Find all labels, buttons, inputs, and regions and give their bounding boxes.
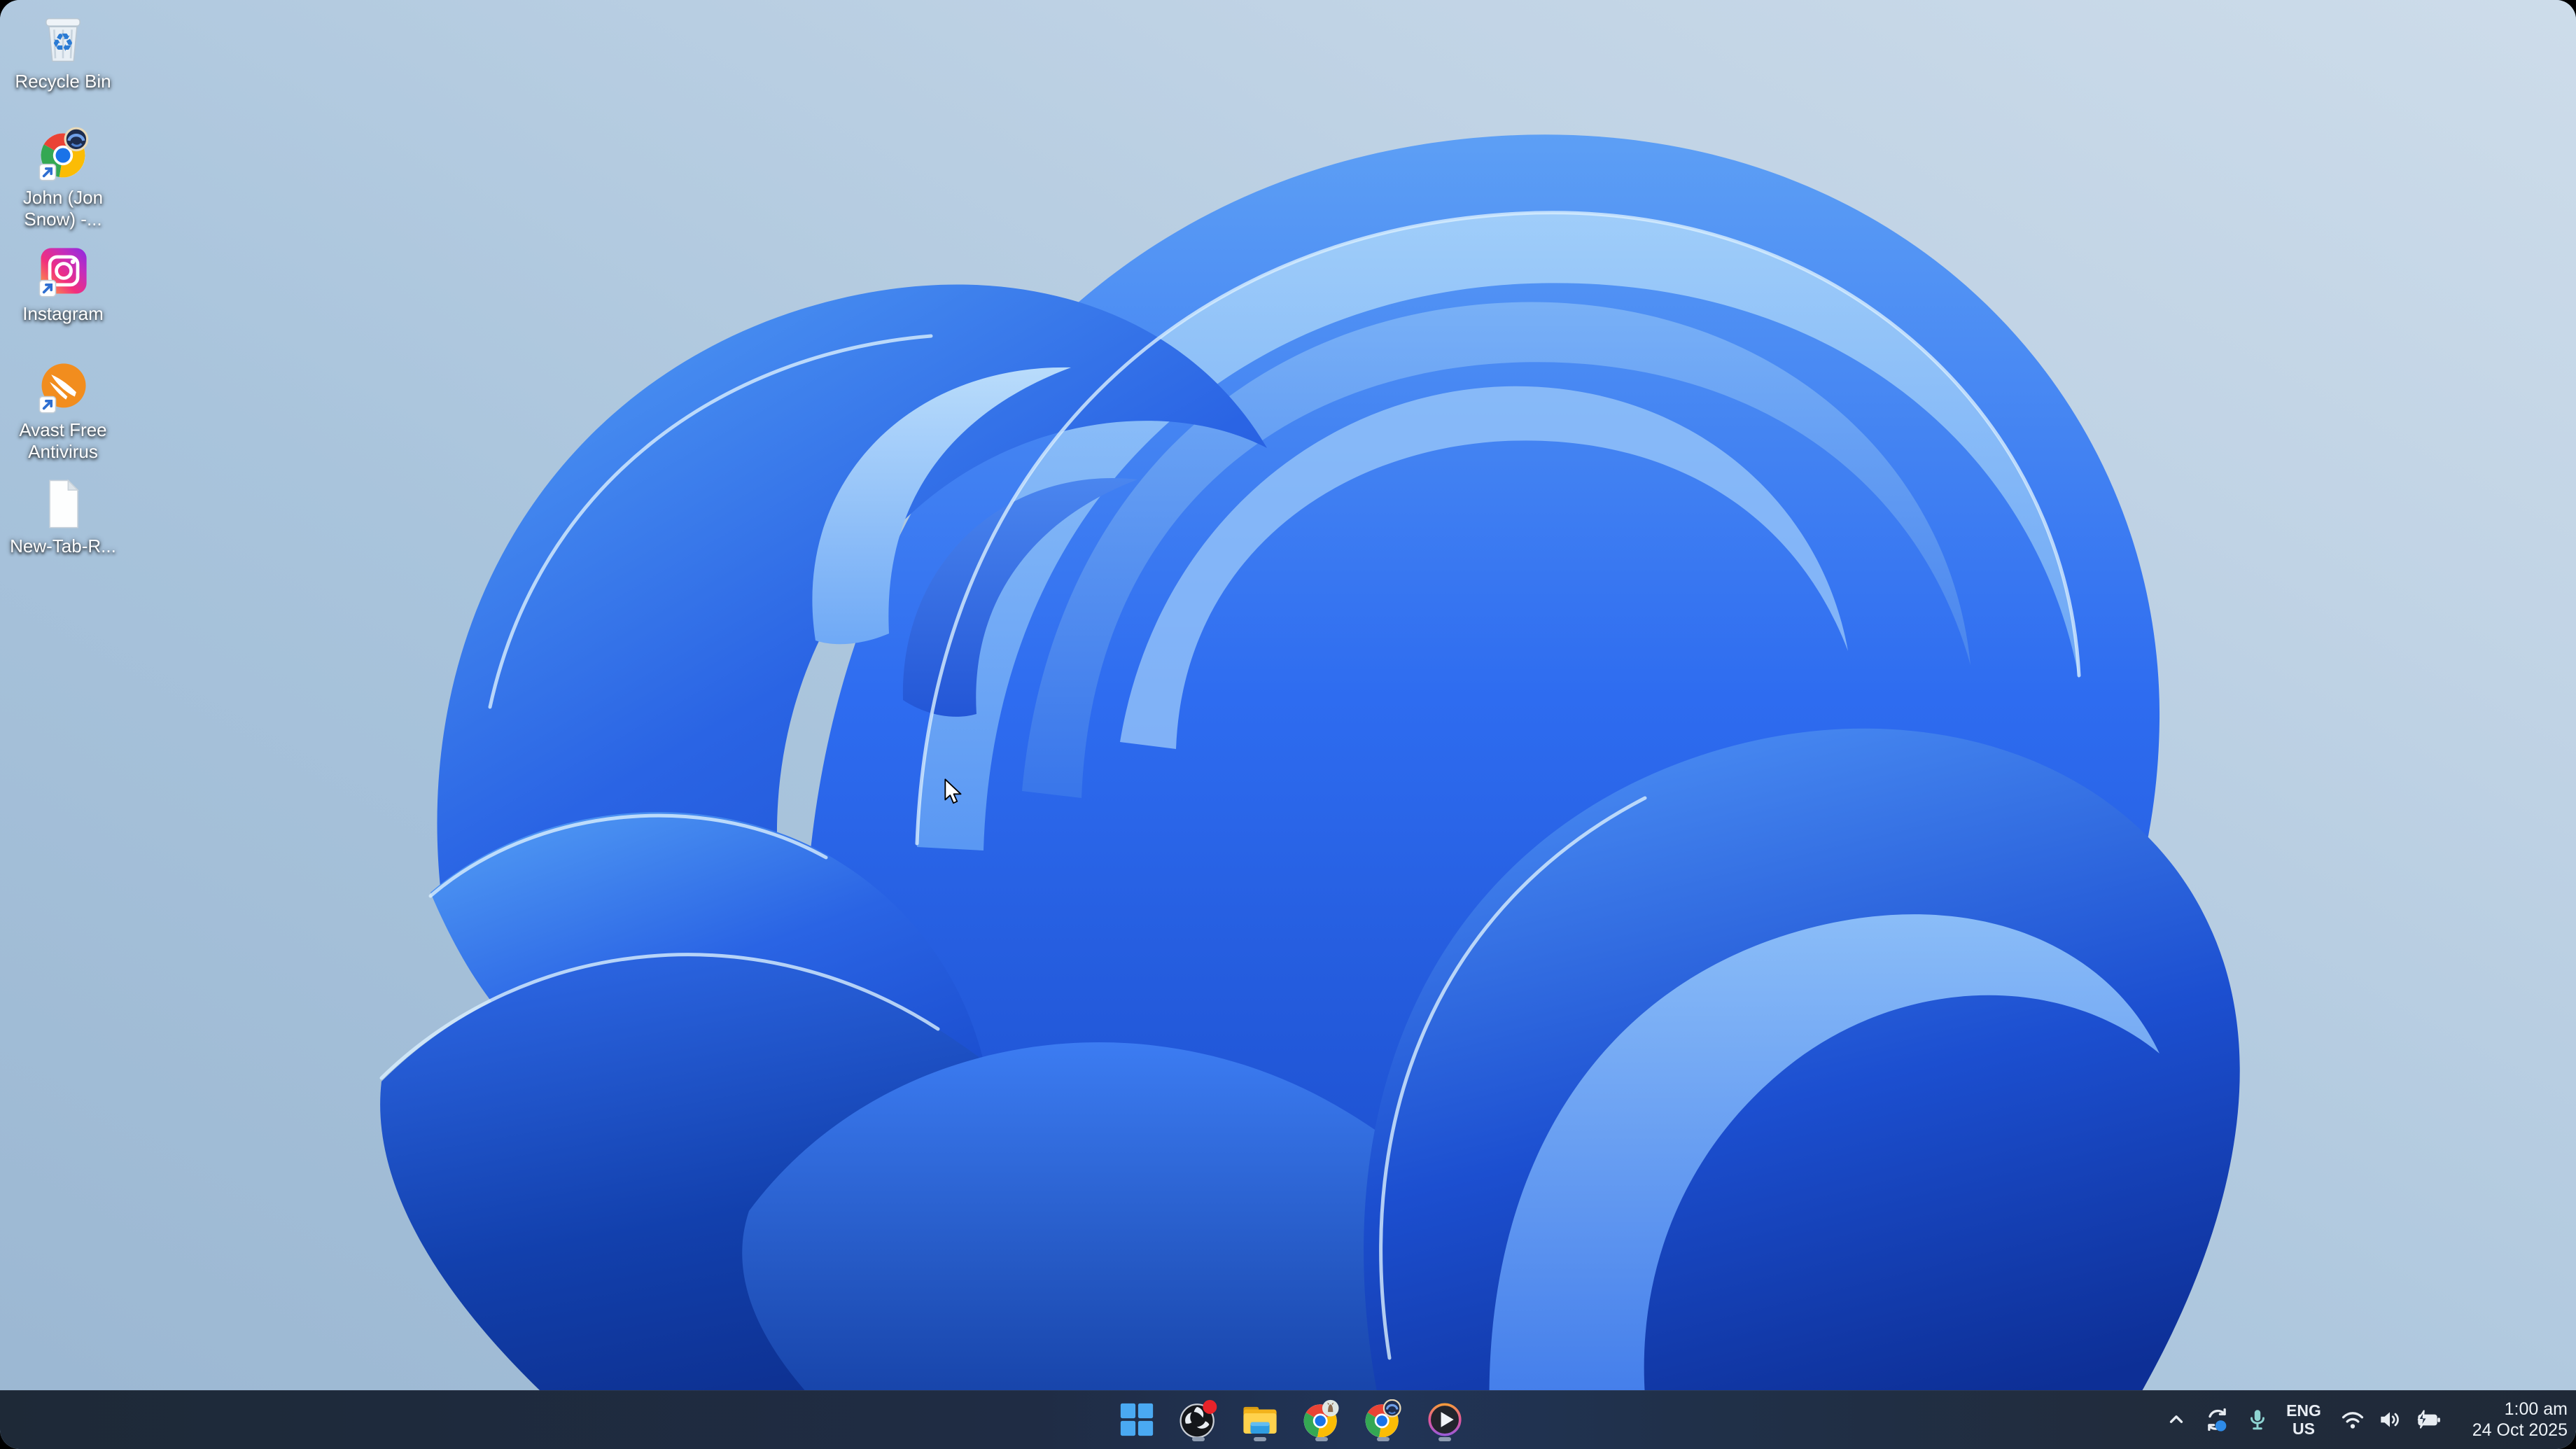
- desktop-icon-label: Avast Free Antivirus: [19, 419, 107, 462]
- desktop-wallpaper: [0, 0, 2576, 1449]
- tray-sync-status-button[interactable]: [2201, 1399, 2233, 1440]
- sync-blue-dot: [2215, 1420, 2227, 1432]
- wifi-icon: [2342, 1412, 2364, 1429]
- tray-quick-settings-button[interactable]: [2335, 1399, 2446, 1440]
- desktop-icon-chrome-profile[interactable]: John (Jon Snow) -...: [4, 123, 122, 239]
- start-button[interactable]: [1114, 1397, 1159, 1442]
- chrome-profile-2-icon: [1365, 1399, 1401, 1438]
- recycle-bin-icon: ♻: [34, 10, 92, 69]
- tray-microphone-in-use-button[interactable]: [2243, 1399, 2272, 1440]
- clock-date: 24 Oct 2025: [2472, 1420, 2568, 1440]
- clock-time: 1:00 am: [2504, 1399, 2568, 1419]
- media-player-icon: [1428, 1403, 1462, 1436]
- taskbar-media-player-button[interactable]: [1422, 1397, 1467, 1442]
- taskbar-obs-studio-button[interactable]: [1176, 1397, 1221, 1442]
- running-indicator: [1377, 1437, 1390, 1441]
- document-icon: [34, 475, 92, 533]
- instagram-icon: [34, 242, 92, 301]
- taskbar-chrome-profile-2-button[interactable]: [1361, 1397, 1406, 1442]
- battery-charging-icon: [2417, 1410, 2440, 1429]
- speaker-icon: [2381, 1412, 2399, 1427]
- desktop-icon-label: Recycle Bin: [15, 71, 111, 92]
- desktop-icon-label: Instagram: [22, 303, 104, 324]
- chrome-profile-1-icon: [1303, 1399, 1339, 1438]
- desktop-icon-new-tab-document[interactable]: New-Tab-R...: [4, 472, 122, 588]
- tray-clock[interactable]: 1:00 am 24 Oct 2025: [2456, 1399, 2568, 1440]
- running-indicator: [1438, 1437, 1451, 1441]
- windows-start-icon: [1120, 1403, 1154, 1436]
- svg-text:♻: ♻: [52, 29, 74, 57]
- windows-desktop: ♻ Recycle Bin John (Jon Snow) -... Insta…: [0, 0, 2576, 1449]
- tray-language-switcher[interactable]: ENG US: [2282, 1399, 2325, 1440]
- obs-studio-icon: [1180, 1399, 1217, 1438]
- taskbar-chrome-profile-1-button[interactable]: [1299, 1397, 1344, 1442]
- microphone-icon: [2250, 1410, 2264, 1430]
- obs-notification-badge: [1203, 1399, 1217, 1414]
- chevron-up-icon: [2169, 1415, 2183, 1423]
- bloom-wallpaper-art: [0, 0, 2576, 1449]
- tray-show-hidden-icons-button[interactable]: [2162, 1399, 2191, 1440]
- taskbar-file-explorer-button[interactable]: [1238, 1397, 1282, 1442]
- file-explorer-icon: [1243, 1406, 1277, 1434]
- desktop-icon-recycle-bin[interactable]: ♻ Recycle Bin: [4, 7, 122, 123]
- taskbar-center-apps: [1114, 1390, 1467, 1449]
- desktop-icon-label: John (Jon Snow) -...: [22, 187, 104, 230]
- avast-icon: [34, 358, 92, 417]
- chrome-profile-icon: [34, 126, 92, 185]
- taskbar: ENG US 1:00 am 24 Oct 2025: [0, 1390, 2576, 1449]
- system-tray: ENG US 1:00 am 24 Oct 2025: [2162, 1390, 2568, 1449]
- running-indicator: [1254, 1437, 1266, 1441]
- desktop-icon-instagram[interactable]: Instagram: [4, 239, 122, 356]
- language-line1: ENG: [2286, 1401, 2321, 1420]
- desktop-icon-label: New-Tab-R...: [10, 536, 116, 556]
- running-indicator: [1192, 1437, 1205, 1441]
- language-line2: US: [2292, 1420, 2315, 1438]
- running-indicator: [1315, 1437, 1328, 1441]
- sync-arrows-icon: [2208, 1408, 2227, 1432]
- desktop-icon-column: ♻ Recycle Bin John (Jon Snow) -... Insta…: [4, 7, 122, 588]
- desktop-icon-avast[interactable]: Avast Free Antivirus: [4, 356, 122, 472]
